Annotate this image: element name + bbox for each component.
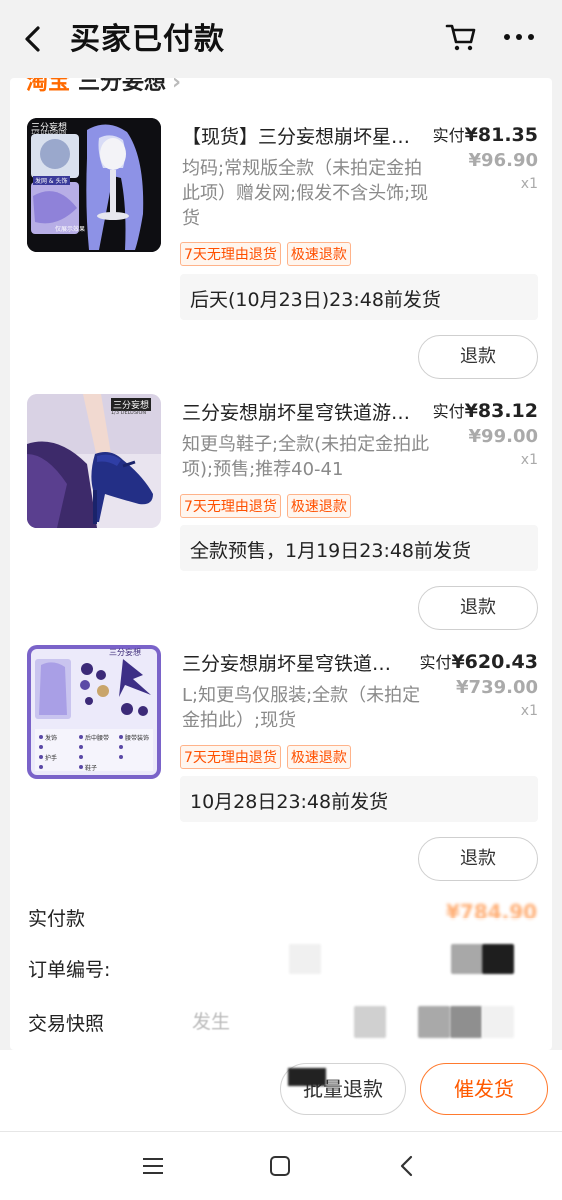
redaction-block <box>482 1006 514 1038</box>
shop-row[interactable]: 淘宝 三分妄想 › <box>26 78 182 95</box>
tag-return: 7天无理由退货 <box>180 242 281 266</box>
thumb-part: 护手 <box>45 755 58 762</box>
product-spec: L;知更鸟仅服装;全款（未拍定金拍此）;现货 <box>182 685 421 731</box>
tag-fast-refund: 极速退款 <box>286 745 351 769</box>
order-item[interactable]: 三分妄想 发饰 后中腰带 腰带装饰 护手 鞋子 三分妄想崩坏星穹铁道… L;知更… <box>10 645 552 895</box>
paid-total-label: 实付款 <box>28 908 86 930</box>
redaction-block <box>450 1006 482 1038</box>
paid-price: 实付¥81.35 <box>433 122 538 146</box>
product-title[interactable]: 三分妄想崩坏星穹铁道游… <box>182 398 436 425</box>
bottom-action-bar: 批量退款 催发货 <box>0 1050 562 1132</box>
page-title: 买家已付款 <box>70 22 225 57</box>
tag-return: 7天无理由退货 <box>180 745 281 769</box>
quantity: x1 <box>520 452 538 468</box>
thumb-note: 发网 & 头饰 <box>33 176 70 185</box>
snapshot-value[interactable]: 发生 <box>192 1007 230 1034</box>
thumb-part: 后中腰带 <box>85 735 110 742</box>
original-price: ¥99.00 <box>468 426 538 447</box>
order-card: 淘宝 三分妄想 › 三分妄想 1/3 DELUSION 发网 & 头饰 仅展示效果 … <box>10 78 552 1050</box>
shop-name: 三分妄想 <box>78 78 167 95</box>
paid-amount: ¥620.43 <box>451 651 538 673</box>
refund-button[interactable]: 退款 <box>418 335 538 379</box>
home-icon[interactable] <box>268 1154 292 1178</box>
redaction-block <box>418 1006 450 1038</box>
redaction-block <box>482 944 514 974</box>
more-icon[interactable] <box>502 26 536 48</box>
order-item[interactable]: 三分妄想 1/3 DELUSION 三分妄想崩坏星穹铁道游… 知更鸟鞋子;全款(… <box>10 394 552 644</box>
redaction-block <box>354 1006 386 1038</box>
product-title[interactable]: 【现货】三分妄想崩坏星… <box>182 122 436 149</box>
system-nav-bar <box>0 1132 562 1200</box>
tag-fast-refund: 极速退款 <box>286 494 351 518</box>
product-title[interactable]: 三分妄想崩坏星穹铁道… <box>182 649 436 676</box>
paid-price: 实付¥83.12 <box>433 398 538 422</box>
paid-price: 实付¥620.43 <box>419 649 538 673</box>
shipping-info: 全款预售，1月19日23:48前发货 <box>180 525 538 571</box>
service-tags: 7天无理由退货 极速退款 <box>180 242 351 266</box>
redaction-block <box>288 1068 326 1086</box>
redaction-block <box>451 944 483 974</box>
product-thumbnail[interactable]: 三分妄想 发饰 后中腰带 腰带装饰 护手 鞋子 <box>27 645 161 779</box>
quantity: x1 <box>520 703 538 719</box>
urge-shipping-button[interactable]: 催发货 <box>420 1063 548 1115</box>
refund-button[interactable]: 退款 <box>418 586 538 630</box>
header-bar: 买家已付款 <box>0 0 562 78</box>
thumb-part: 发饰 <box>45 735 58 742</box>
back-icon[interactable] <box>18 22 48 56</box>
original-price: ¥96.90 <box>468 150 538 171</box>
platform-label: 淘宝 <box>26 78 71 95</box>
thumb-part: 腰带装饰 <box>125 735 150 742</box>
order-item[interactable]: 三分妄想 1/3 DELUSION 发网 & 头饰 仅展示效果 【现货】三分妄想… <box>10 118 552 379</box>
order-number-label: 订单编号: <box>28 959 111 981</box>
original-price: ¥739.00 <box>456 677 538 698</box>
thumb-note: 仅展示效果 <box>55 226 86 233</box>
product-spec: 知更鸟鞋子;全款(未拍定金拍此项);预售;推荐40-41 <box>182 434 430 480</box>
thumb-part: 鞋子 <box>85 765 98 772</box>
paid-label: 实付 <box>432 126 465 145</box>
tag-return: 7天无理由退货 <box>180 494 281 518</box>
back-nav-icon[interactable] <box>396 1154 420 1178</box>
product-spec: 均码;常规版全款（未拍定金拍此项）赠发网;假发不含头饰;现货 <box>182 158 429 229</box>
redaction-block <box>289 944 321 974</box>
thumb-brand-en: 1/3 DELUSION <box>31 130 67 136</box>
product-thumbnail[interactable]: 三分妄想 1/3 DELUSION <box>27 394 161 528</box>
menu-icon[interactable] <box>141 1154 165 1178</box>
shipping-info: 后天(10月23日)23:48前发货 <box>180 274 538 320</box>
cart-icon[interactable] <box>444 20 478 54</box>
service-tags: 7天无理由退货 极速退款 <box>180 494 351 518</box>
shipping-info: 10月28日23:48前发货 <box>180 776 538 822</box>
refund-button[interactable]: 退款 <box>418 837 538 881</box>
paid-amount: ¥83.12 <box>464 400 538 422</box>
thumb-brand-en: 1/3 DELUSION <box>111 410 147 416</box>
paid-label: 实付 <box>419 653 452 672</box>
chevron-right-icon: › <box>172 78 182 95</box>
tag-fast-refund: 极速退款 <box>286 242 351 266</box>
service-tags: 7天无理由退货 极速退款 <box>180 745 351 769</box>
paid-label: 实付 <box>432 402 465 421</box>
paid-amount: ¥81.35 <box>464 124 538 146</box>
snapshot-label: 交易快照 <box>28 1013 105 1035</box>
thumb-brand: 三分妄想 <box>109 648 141 657</box>
quantity: x1 <box>520 176 538 192</box>
product-thumbnail[interactable]: 三分妄想 1/3 DELUSION 发网 & 头饰 仅展示效果 <box>27 118 161 252</box>
